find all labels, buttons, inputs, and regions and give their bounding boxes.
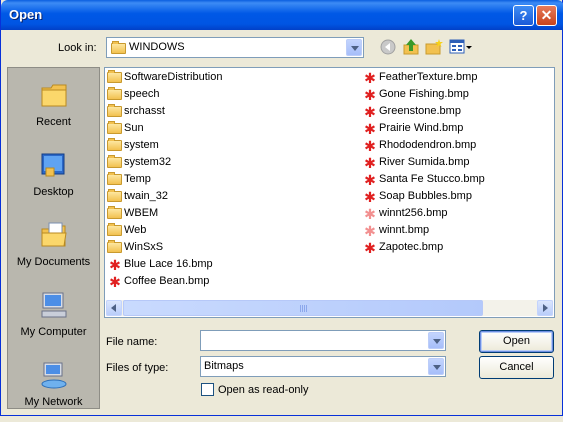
- file-name: winnt.bmp: [379, 224, 430, 236]
- file-name: FeatherTexture.bmp: [379, 71, 478, 83]
- place-my-network[interactable]: My Network: [8, 352, 99, 422]
- bitmap-file-icon: ✱: [364, 87, 376, 103]
- my-documents-icon: [41, 222, 67, 247]
- place-my-documents[interactable]: My Documents: [8, 212, 99, 282]
- read-only-checkbox[interactable]: [201, 383, 214, 396]
- place-recent-label: Recent: [36, 116, 71, 128]
- files-of-type-value: Bitmaps: [204, 360, 244, 372]
- place-my-documents-label: My Documents: [16, 256, 91, 268]
- recent-documents-icon: [41, 84, 67, 107]
- folder-icon: [107, 138, 122, 151]
- file-name: River Sumida.bmp: [379, 156, 470, 168]
- file-name: WinSxS: [124, 241, 164, 253]
- desktop-icon: [41, 153, 65, 177]
- open-dialog: Open ? ✕ Look in: WINDOWS Recent Desktop…: [0, 0, 563, 416]
- folder-icon: [107, 121, 122, 134]
- chevron-down-icon[interactable]: [428, 358, 444, 375]
- chevron-down-icon[interactable]: [346, 39, 362, 56]
- file-name: system32: [124, 156, 172, 168]
- folder-icon: [107, 240, 122, 253]
- folder-icon: [107, 70, 122, 83]
- place-desktop[interactable]: Desktop: [8, 142, 99, 212]
- file-name: Rhododendron.bmp: [379, 139, 477, 151]
- folder-icon: [111, 41, 126, 54]
- file-name-input[interactable]: [200, 330, 446, 351]
- bitmap-file-icon: ✱: [364, 104, 376, 120]
- window-title: Open: [9, 7, 43, 22]
- file-name: twain_32: [124, 190, 169, 202]
- file-name: system: [124, 139, 159, 151]
- bitmap-file-icon: ✱: [364, 206, 376, 222]
- back-icon[interactable]: [379, 38, 397, 56]
- folder-icon: [107, 223, 122, 236]
- look-in-value: WINDOWS: [129, 41, 185, 53]
- look-in-combo[interactable]: WINDOWS: [106, 37, 364, 58]
- bitmap-file-icon: ✱: [364, 121, 376, 137]
- folder-icon: [107, 104, 122, 117]
- file-name-label: File name:: [106, 336, 158, 348]
- scroll-right-icon[interactable]: [537, 300, 553, 316]
- my-computer-icon: [41, 292, 67, 318]
- folder-icon: [107, 155, 122, 168]
- bitmap-file-icon: ✱: [364, 138, 376, 154]
- file-name: Blue Lace 16.bmp: [124, 258, 213, 270]
- place-recent[interactable]: Recent: [8, 72, 99, 142]
- scrollbar-thumb[interactable]: [123, 300, 483, 316]
- file-name: Zapotec.bmp: [379, 241, 444, 253]
- place-desktop-label: Desktop: [33, 186, 74, 198]
- files-of-type-label: Files of type:: [106, 362, 169, 374]
- file-name: Coffee Bean.bmp: [124, 275, 210, 287]
- new-folder-icon[interactable]: [425, 38, 443, 56]
- folder-icon: [107, 189, 122, 202]
- file-name: Web: [124, 224, 147, 236]
- file-list[interactable]: SoftwareDistribution speech srchasst Sun sys…: [104, 67, 555, 318]
- bitmap-file-icon: ✱: [364, 70, 376, 86]
- file-name: Gone Fishing.bmp: [379, 88, 469, 100]
- look-in-label: Look in:: [58, 42, 97, 54]
- place-my-network-label: My Network: [24, 396, 83, 408]
- file-name: SoftwareDistribution: [124, 71, 223, 83]
- file-name: speech: [124, 88, 160, 100]
- bitmap-file-icon: ✱: [364, 240, 376, 256]
- file-name: WBEM: [124, 207, 159, 219]
- folder-icon: [107, 206, 122, 219]
- folder-icon: [107, 87, 122, 100]
- place-my-computer[interactable]: My Computer: [8, 282, 99, 352]
- read-only-label[interactable]: Open as read-only: [218, 384, 309, 396]
- folder-icon: [107, 172, 122, 185]
- bitmap-file-icon: ✱: [364, 172, 376, 188]
- bitmap-file-icon: ✱: [364, 155, 376, 171]
- place-my-computer-label: My Computer: [20, 326, 87, 338]
- chevron-down-icon[interactable]: [428, 332, 444, 349]
- file-name: Prairie Wind.bmp: [379, 122, 464, 134]
- help-button[interactable]: ?: [513, 5, 534, 26]
- file-name: winnt256.bmp: [379, 207, 448, 219]
- file-name: Sun: [124, 122, 144, 134]
- horizontal-scrollbar[interactable]: [106, 300, 553, 316]
- scroll-left-icon[interactable]: [106, 300, 122, 316]
- my-network-icon: [41, 362, 67, 389]
- bitmap-file-icon: ✱: [364, 223, 376, 239]
- bitmap-file-icon: ✱: [364, 189, 376, 205]
- views-menu-icon[interactable]: [449, 38, 473, 56]
- close-button[interactable]: ✕: [536, 5, 557, 26]
- title-bar[interactable]: Open ? ✕: [1, 0, 563, 30]
- file-name: srchasst: [124, 105, 165, 117]
- cancel-button[interactable]: Cancel: [479, 356, 554, 379]
- file-name: Temp: [124, 173, 151, 185]
- places-bar: Recent Desktop My Documents My Computer …: [7, 67, 100, 409]
- up-folder-icon[interactable]: [402, 38, 420, 56]
- open-button[interactable]: Open: [479, 330, 554, 353]
- file-name: Soap Bubbles.bmp: [379, 190, 472, 202]
- bitmap-file-icon: ✱: [109, 274, 121, 290]
- file-name: Santa Fe Stucco.bmp: [379, 173, 485, 185]
- file-name: Greenstone.bmp: [379, 105, 461, 117]
- bitmap-file-icon: ✱: [109, 257, 121, 273]
- files-of-type-select[interactable]: Bitmaps: [200, 356, 446, 377]
